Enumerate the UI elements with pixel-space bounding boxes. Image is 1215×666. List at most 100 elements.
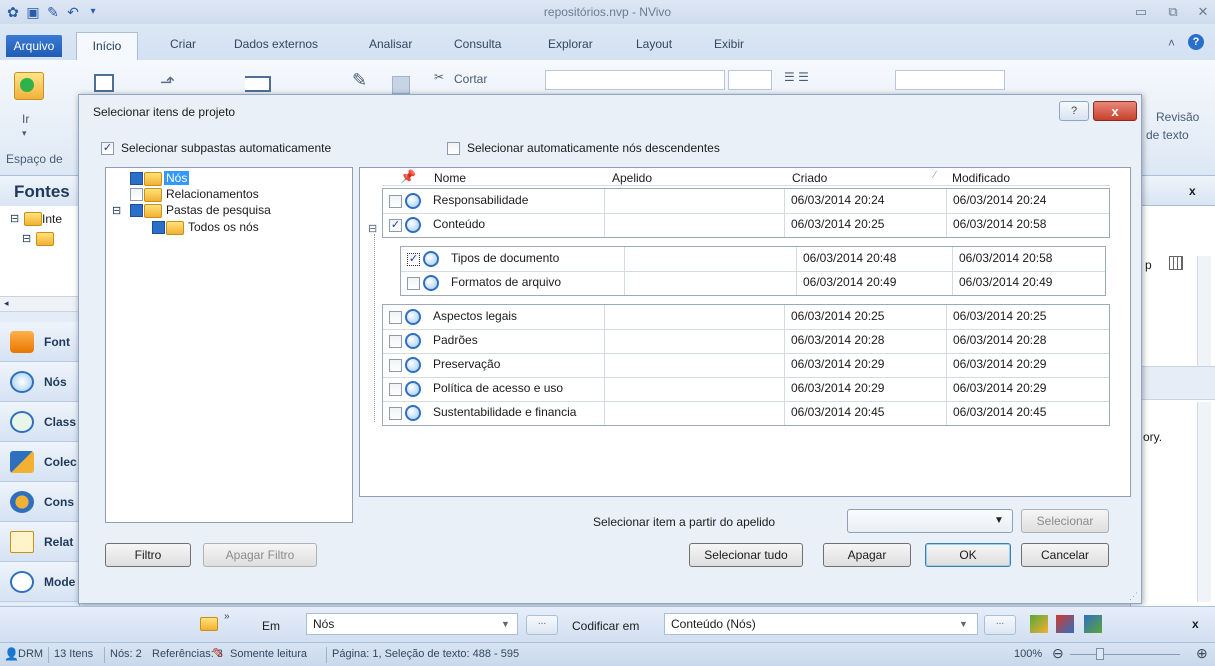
nav-modelos[interactable]: Mode [0,562,80,602]
cell-apelido[interactable] [605,353,785,377]
tree-expander-icon[interactable]: ⊟ [112,204,121,217]
tree-item-nos[interactable]: Nós [164,171,190,185]
cut-label[interactable]: Cortar [454,72,487,86]
cell-nome[interactable]: Responsabilidade [427,189,605,213]
row-checkbox[interactable] [389,195,402,208]
alias-dropdown[interactable]: ▼ [847,509,1013,533]
restore-icon[interactable]: ⧉ [1160,3,1186,21]
tree-item-todos-os-nos[interactable]: Todos os nós [188,220,259,234]
tool-icon[interactable]: ⬏ [160,72,175,93]
tree-checkbox[interactable] [130,188,143,201]
cell-nome[interactable]: Tipos de documento [445,247,625,271]
clear-button[interactable]: Apagar [823,543,911,567]
paste-icon[interactable] [392,76,410,94]
minimize-ribbon-icon[interactable]: ˄ [1168,36,1175,50]
cell-apelido[interactable] [605,305,785,329]
browse-button[interactable]: ... [526,615,558,635]
cell-nome[interactable]: Formatos de arquivo [445,271,625,295]
tab-consulta[interactable]: Consulta [450,37,505,51]
nav-nos[interactable]: Nós [0,362,80,402]
vertical-scrollbar[interactable] [1197,402,1211,602]
clear-filter-button[interactable]: Apagar Filtro [203,543,317,567]
ok-button[interactable]: OK [925,543,1011,567]
row-padroes[interactable]: Padrões 06/03/2014 20:28 06/03/2014 20:2… [383,329,1109,353]
row-checkbox[interactable] [389,383,402,396]
cell-nome[interactable]: Padrões [427,329,605,353]
browse-button[interactable]: ... [984,615,1016,635]
font-size-combo[interactable] [728,70,772,90]
dialog-help-button[interactable]: ? [1059,101,1089,121]
tree-item-internos[interactable]: Inte [42,212,62,226]
close-pane-icon[interactable]: x [1189,184,1196,198]
row-aspectos-legais[interactable]: Aspectos legais 06/03/2014 20:25 06/03/2… [383,305,1109,329]
tree-item-pastas-pesquisa[interactable]: Pastas de pesquisa [166,203,271,217]
select-button[interactable]: Selecionar [1021,509,1109,533]
dialog-close-button[interactable]: x [1093,101,1137,121]
row-politica-acesso[interactable]: Política de acesso e uso 06/03/2014 20:2… [383,377,1109,401]
brush-icon[interactable]: ✎ [352,70,367,91]
review-label[interactable]: Revisão [1156,110,1199,124]
ir-dropdown-icon[interactable]: ▾ [22,128,27,139]
horizontal-scrollbar[interactable]: ◂ [0,296,80,312]
cell-apelido[interactable] [605,329,785,353]
row-sustentabilidade[interactable]: Sustentabilidade e financia 06/03/2014 2… [383,401,1109,425]
cell-apelido[interactable] [605,213,785,237]
cell-nome[interactable]: Aspectos legais [427,305,605,329]
row-checkbox-checked[interactable]: ✓ [389,219,402,232]
nav-fontes[interactable]: Font [0,322,80,362]
new-node-icon[interactable] [1084,615,1102,633]
cancel-button[interactable]: Cancelar [1021,543,1109,567]
cell-apelido[interactable] [625,247,797,271]
in-combo[interactable]: Nós ▼ [306,613,518,635]
select-all-button[interactable]: Selecionar tudo [689,543,803,567]
auto-descendants-checkbox[interactable] [447,142,460,155]
resize-grip-icon[interactable]: ⋰ [1129,591,1138,602]
tab-arquivo[interactable]: Arquivo [6,35,62,57]
grid-icon[interactable] [1169,256,1183,270]
uncode-icon[interactable] [1056,615,1074,633]
tab-exibir[interactable]: Exibir [710,37,748,51]
minimize-icon[interactable]: ▭ [1128,3,1154,21]
folder-icon[interactable] [200,617,218,631]
help-icon[interactable]: ? [1188,34,1204,50]
cell-nome[interactable]: Sustentabilidade e financia [427,401,605,425]
filter-button[interactable]: Filtro [105,543,191,567]
zoom-slider[interactable] [1070,654,1180,655]
tree-item-relacionamentos[interactable]: Relacionamentos [166,187,259,201]
zoom-slider-thumb[interactable] [1096,648,1104,660]
font-combo[interactable] [545,70,725,90]
scissors-icon[interactable]: ✂ [434,70,444,84]
row-checkbox[interactable] [389,407,402,420]
open-item-icon[interactable] [94,74,114,92]
tree-checkbox-partial[interactable] [152,221,165,234]
style-combo[interactable] [895,70,1005,90]
column-nome[interactable]: Nome [434,171,466,185]
tab-analisar[interactable]: Analisar [365,37,416,51]
zoom-out-icon[interactable]: ⊖ [1052,645,1064,662]
code-icon[interactable] [1030,615,1048,633]
tree-checkbox-partial[interactable] [130,204,143,217]
cell-nome[interactable]: Conteúdo [427,213,605,237]
cell-nome[interactable]: Política de acesso e uso [427,377,605,401]
row-checkbox-checked[interactable]: ✓ [407,253,420,266]
tree-expander-icon[interactable]: ⊟ [368,222,377,235]
list-view-icon[interactable] [245,76,271,92]
nav-consultas[interactable]: Cons [0,482,80,522]
cell-apelido[interactable] [605,401,785,425]
cell-nome[interactable]: Preservação [427,353,605,377]
row-checkbox[interactable] [389,311,402,324]
cell-apelido[interactable] [605,189,785,213]
tab-explorar[interactable]: Explorar [544,37,597,51]
tab-layout[interactable]: Layout [632,37,676,51]
nav-classificacoes[interactable]: Class [0,402,80,442]
tree-expander-icon[interactable]: ⊟ [10,212,19,225]
tree-checkbox-partial[interactable] [130,172,143,185]
tree-expander-icon[interactable]: ⊟ [22,232,31,245]
ir-label[interactable]: Ir [22,112,29,126]
tab-inicio[interactable]: Início [76,32,138,60]
tab-dados-externos[interactable]: Dados externos [230,37,322,51]
cell-apelido[interactable] [605,377,785,401]
row-checkbox[interactable] [407,277,420,290]
column-criado[interactable]: Criado [792,171,827,185]
cell-apelido[interactable] [625,271,797,295]
